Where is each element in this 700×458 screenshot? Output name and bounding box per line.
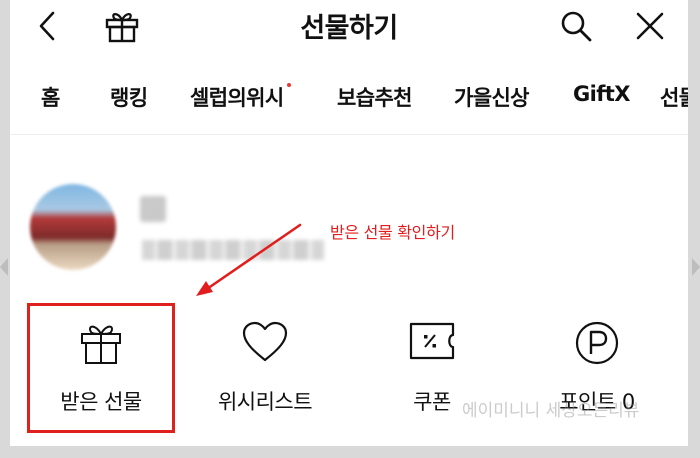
point-icon bbox=[575, 321, 619, 365]
carousel-prev-edge[interactable] bbox=[0, 258, 8, 276]
carousel-next-edge[interactable] bbox=[692, 258, 700, 276]
heart-icon bbox=[242, 321, 288, 362]
watermark: 에이미니니 세상오든리뷰 bbox=[462, 401, 640, 421]
annotation-highlight-box bbox=[27, 303, 175, 433]
gift-page: 선물하기 홈 랭킹 셀럽의위시 보습추천 가을신상 GiftX 선물 받은 선물… bbox=[10, 0, 688, 446]
coupon-icon bbox=[409, 322, 455, 360]
wishlist-label: 위시리스트 bbox=[217, 390, 313, 414]
wishlist-button[interactable]: 위시리스트 bbox=[190, 298, 340, 434]
